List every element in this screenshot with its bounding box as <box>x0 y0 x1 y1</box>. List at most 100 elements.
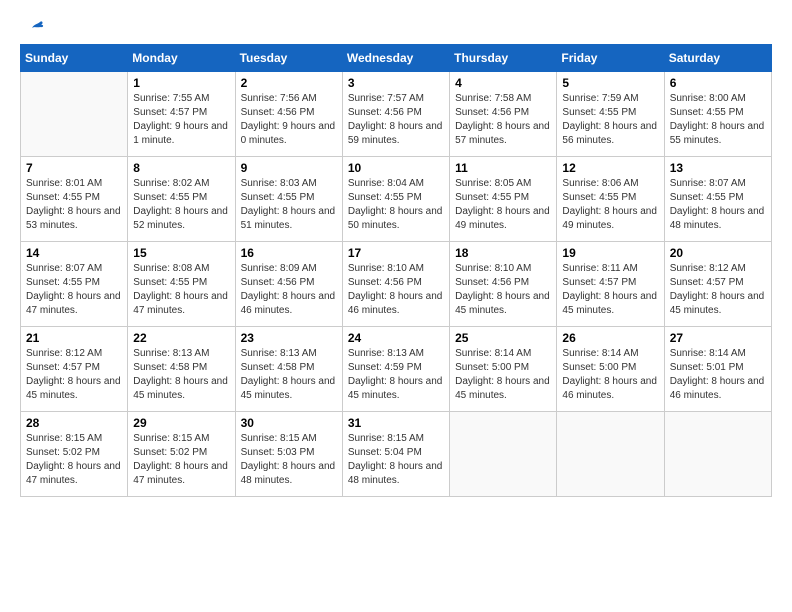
day-number: 18 <box>455 246 551 260</box>
sunrise-text: Sunrise: 8:12 AM <box>670 263 746 274</box>
day-number: 24 <box>348 331 444 345</box>
day-number: 23 <box>241 331 337 345</box>
week-row-3: 14 Sunrise: 8:07 AM Sunset: 4:55 PM Dayl… <box>21 242 772 327</box>
sunset-text: Sunset: 4:55 PM <box>26 192 100 203</box>
sunset-text: Sunset: 4:59 PM <box>348 362 422 373</box>
day-info: Sunrise: 8:02 AM Sunset: 4:55 PM Dayligh… <box>133 177 229 233</box>
day-cell: 9 Sunrise: 8:03 AM Sunset: 4:55 PM Dayli… <box>235 157 342 242</box>
day-info: Sunrise: 8:05 AM Sunset: 4:55 PM Dayligh… <box>455 177 551 233</box>
daylight-text: Daylight: 8 hours and 59 minutes. <box>348 121 443 146</box>
day-cell: 4 Sunrise: 7:58 AM Sunset: 4:56 PM Dayli… <box>450 72 557 157</box>
day-cell: 10 Sunrise: 8:04 AM Sunset: 4:55 PM Dayl… <box>342 157 449 242</box>
day-number: 15 <box>133 246 229 260</box>
sunset-text: Sunset: 4:56 PM <box>241 107 315 118</box>
day-info: Sunrise: 8:00 AM Sunset: 4:55 PM Dayligh… <box>670 92 766 148</box>
day-cell <box>557 412 664 497</box>
daylight-text: Daylight: 8 hours and 45 minutes. <box>348 376 443 401</box>
daylight-text: Daylight: 8 hours and 51 minutes. <box>241 206 336 231</box>
day-cell: 14 Sunrise: 8:07 AM Sunset: 4:55 PM Dayl… <box>21 242 128 327</box>
sunset-text: Sunset: 4:56 PM <box>455 277 529 288</box>
sunrise-text: Sunrise: 8:00 AM <box>670 93 746 104</box>
day-info: Sunrise: 8:12 AM Sunset: 4:57 PM Dayligh… <box>26 347 122 403</box>
day-cell: 3 Sunrise: 7:57 AM Sunset: 4:56 PM Dayli… <box>342 72 449 157</box>
day-number: 1 <box>133 76 229 90</box>
sunset-text: Sunset: 4:57 PM <box>26 362 100 373</box>
sunset-text: Sunset: 4:55 PM <box>670 107 744 118</box>
sunrise-text: Sunrise: 7:56 AM <box>241 93 317 104</box>
week-row-2: 7 Sunrise: 8:01 AM Sunset: 4:55 PM Dayli… <box>21 157 772 242</box>
sunrise-text: Sunrise: 8:04 AM <box>348 178 424 189</box>
daylight-text: Daylight: 8 hours and 47 minutes. <box>133 461 228 486</box>
sunset-text: Sunset: 4:58 PM <box>241 362 315 373</box>
day-info: Sunrise: 8:13 AM Sunset: 4:59 PM Dayligh… <box>348 347 444 403</box>
day-cell <box>664 412 771 497</box>
sunset-text: Sunset: 4:55 PM <box>133 277 207 288</box>
day-number: 16 <box>241 246 337 260</box>
day-info: Sunrise: 8:15 AM Sunset: 5:04 PM Dayligh… <box>348 432 444 488</box>
sunset-text: Sunset: 5:04 PM <box>348 447 422 458</box>
sunset-text: Sunset: 4:55 PM <box>562 192 636 203</box>
day-cell: 19 Sunrise: 8:11 AM Sunset: 4:57 PM Dayl… <box>557 242 664 327</box>
daylight-text: Daylight: 9 hours and 0 minutes. <box>241 121 336 146</box>
sunset-text: Sunset: 4:56 PM <box>241 277 315 288</box>
sunset-text: Sunset: 4:55 PM <box>562 107 636 118</box>
day-number: 13 <box>670 161 766 175</box>
day-number: 22 <box>133 331 229 345</box>
header-thursday: Thursday <box>450 45 557 72</box>
day-cell: 1 Sunrise: 7:55 AM Sunset: 4:57 PM Dayli… <box>128 72 235 157</box>
day-info: Sunrise: 8:08 AM Sunset: 4:55 PM Dayligh… <box>133 262 229 318</box>
day-info: Sunrise: 8:07 AM Sunset: 4:55 PM Dayligh… <box>26 262 122 318</box>
sunset-text: Sunset: 4:55 PM <box>348 192 422 203</box>
day-cell: 30 Sunrise: 8:15 AM Sunset: 5:03 PM Dayl… <box>235 412 342 497</box>
day-cell: 24 Sunrise: 8:13 AM Sunset: 4:59 PM Dayl… <box>342 327 449 412</box>
day-info: Sunrise: 8:06 AM Sunset: 4:55 PM Dayligh… <box>562 177 658 233</box>
header-wednesday: Wednesday <box>342 45 449 72</box>
day-number: 14 <box>26 246 122 260</box>
daylight-text: Daylight: 8 hours and 45 minutes. <box>455 291 550 316</box>
day-number: 20 <box>670 246 766 260</box>
sunrise-text: Sunrise: 8:07 AM <box>670 178 746 189</box>
day-info: Sunrise: 8:14 AM Sunset: 5:00 PM Dayligh… <box>562 347 658 403</box>
day-number: 8 <box>133 161 229 175</box>
day-info: Sunrise: 8:15 AM Sunset: 5:02 PM Dayligh… <box>26 432 122 488</box>
sunrise-text: Sunrise: 8:14 AM <box>670 348 746 359</box>
sunset-text: Sunset: 4:57 PM <box>562 277 636 288</box>
daylight-text: Daylight: 8 hours and 45 minutes. <box>670 291 765 316</box>
sunrise-text: Sunrise: 8:12 AM <box>26 348 102 359</box>
day-info: Sunrise: 8:10 AM Sunset: 4:56 PM Dayligh… <box>455 262 551 318</box>
header-sunday: Sunday <box>21 45 128 72</box>
day-cell: 16 Sunrise: 8:09 AM Sunset: 4:56 PM Dayl… <box>235 242 342 327</box>
daylight-text: Daylight: 8 hours and 52 minutes. <box>133 206 228 231</box>
daylight-text: Daylight: 8 hours and 46 minutes. <box>241 291 336 316</box>
sunrise-text: Sunrise: 7:55 AM <box>133 93 209 104</box>
day-number: 29 <box>133 416 229 430</box>
day-number: 3 <box>348 76 444 90</box>
sunset-text: Sunset: 4:55 PM <box>455 192 529 203</box>
day-number: 10 <box>348 161 444 175</box>
day-info: Sunrise: 7:59 AM Sunset: 4:55 PM Dayligh… <box>562 92 658 148</box>
sunrise-text: Sunrise: 8:15 AM <box>241 433 317 444</box>
sunset-text: Sunset: 5:00 PM <box>455 362 529 373</box>
day-info: Sunrise: 7:56 AM Sunset: 4:56 PM Dayligh… <box>241 92 337 148</box>
day-cell: 11 Sunrise: 8:05 AM Sunset: 4:55 PM Dayl… <box>450 157 557 242</box>
day-info: Sunrise: 8:13 AM Sunset: 4:58 PM Dayligh… <box>241 347 337 403</box>
day-info: Sunrise: 8:04 AM Sunset: 4:55 PM Dayligh… <box>348 177 444 233</box>
header-tuesday: Tuesday <box>235 45 342 72</box>
day-cell: 26 Sunrise: 8:14 AM Sunset: 5:00 PM Dayl… <box>557 327 664 412</box>
day-cell: 23 Sunrise: 8:13 AM Sunset: 4:58 PM Dayl… <box>235 327 342 412</box>
daylight-text: Daylight: 8 hours and 48 minutes. <box>348 461 443 486</box>
daylight-text: Daylight: 8 hours and 48 minutes. <box>241 461 336 486</box>
calendar-header-row: SundayMondayTuesdayWednesdayThursdayFrid… <box>21 45 772 72</box>
sunset-text: Sunset: 5:01 PM <box>670 362 744 373</box>
header-monday: Monday <box>128 45 235 72</box>
daylight-text: Daylight: 8 hours and 48 minutes. <box>670 206 765 231</box>
day-info: Sunrise: 7:58 AM Sunset: 4:56 PM Dayligh… <box>455 92 551 148</box>
sunrise-text: Sunrise: 8:02 AM <box>133 178 209 189</box>
sunrise-text: Sunrise: 7:59 AM <box>562 93 638 104</box>
day-info: Sunrise: 8:10 AM Sunset: 4:56 PM Dayligh… <box>348 262 444 318</box>
sunrise-text: Sunrise: 8:14 AM <box>562 348 638 359</box>
day-number: 19 <box>562 246 658 260</box>
daylight-text: Daylight: 8 hours and 56 minutes. <box>562 121 657 146</box>
day-cell: 17 Sunrise: 8:10 AM Sunset: 4:56 PM Dayl… <box>342 242 449 327</box>
sunrise-text: Sunrise: 8:15 AM <box>26 433 102 444</box>
